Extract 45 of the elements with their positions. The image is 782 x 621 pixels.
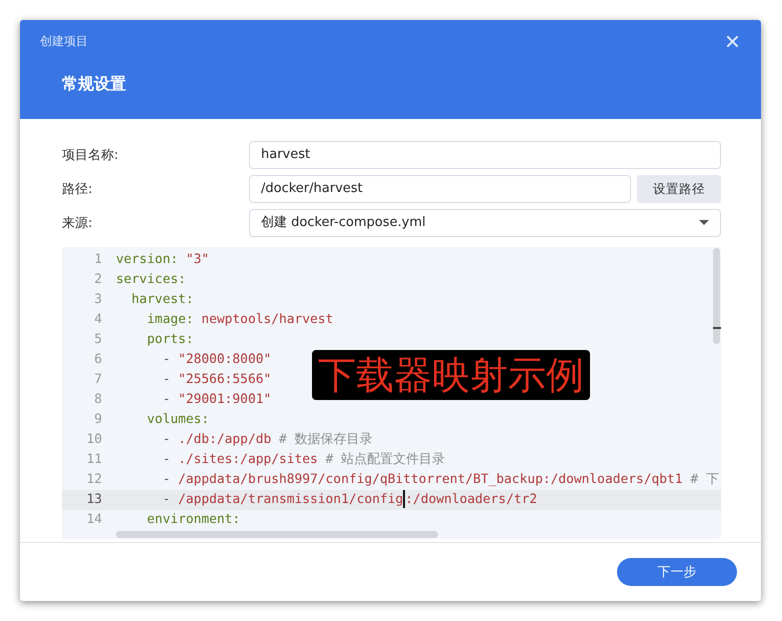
code-line: - ./db:/app/db # 数据保存目录 [162, 431, 373, 449]
set-path-button[interactable]: 设置路径 [637, 175, 721, 203]
field-label: 来源: [62, 215, 94, 232]
line-number: 2 [93, 271, 103, 289]
line-number: 10 [85, 431, 103, 449]
field-label: 项目名称: [62, 147, 120, 164]
section-heading: 常规设置 [61, 73, 127, 95]
line-number: 5 [93, 331, 103, 349]
code-line: volumes: [146, 411, 210, 429]
code-line: - "25566:5566" [162, 371, 272, 389]
line-number: 8 [93, 391, 103, 409]
line-number: 9 [93, 411, 103, 429]
line-number: 4 [93, 311, 103, 329]
code-line: - "29001:9001" [162, 391, 272, 409]
code-line: - "28000:8000" [162, 351, 272, 369]
line-number: 13 [85, 491, 103, 509]
field-label: 路径: [62, 181, 94, 198]
code-line: version: "3" [116, 251, 210, 269]
code-line: harvest: [130, 291, 194, 309]
code-line: services: [116, 271, 186, 289]
close-icon[interactable] [727, 36, 738, 46]
code-line: - /appdata/transmission1/config:/downloaders/tr2 [162, 490, 538, 510]
code-line: environment: [146, 511, 240, 529]
line-number: 3 [93, 291, 103, 309]
scroll-marker [713, 327, 721, 329]
caret-icon [699, 220, 709, 226]
line-number: 7 [93, 371, 103, 389]
code-line: image: newptools/harvest [146, 311, 334, 329]
code-line: - ./sites:/app/sites # 站点配置文件目录 [162, 451, 446, 469]
code-editor[interactable] [62, 247, 721, 539]
line-number: 6 [93, 351, 103, 369]
line-number: 14 [85, 511, 103, 529]
overlay-caption: 下载器映射示例 [312, 350, 590, 400]
code-line: ports: [146, 331, 194, 349]
next-button[interactable]: 下一步 [617, 558, 737, 586]
line-number: 12 [85, 471, 103, 489]
input-field[interactable]: harvest [249, 141, 721, 169]
horizontal-scrollbar[interactable] [116, 531, 438, 538]
window-title: 创建项目 [40, 32, 88, 50]
dropdown[interactable]: 创建 docker-compose.yml [249, 209, 721, 237]
line-number: 11 [85, 451, 103, 469]
line-number: 1 [93, 251, 103, 269]
input-field[interactable]: /docker/harvest [249, 175, 631, 203]
vertical-scrollbar[interactable] [713, 248, 720, 344]
code-line: - /appdata/brush8997/config/qBittorrent/BT_backup:/downloaders/qbt1 # 下 [162, 471, 719, 489]
